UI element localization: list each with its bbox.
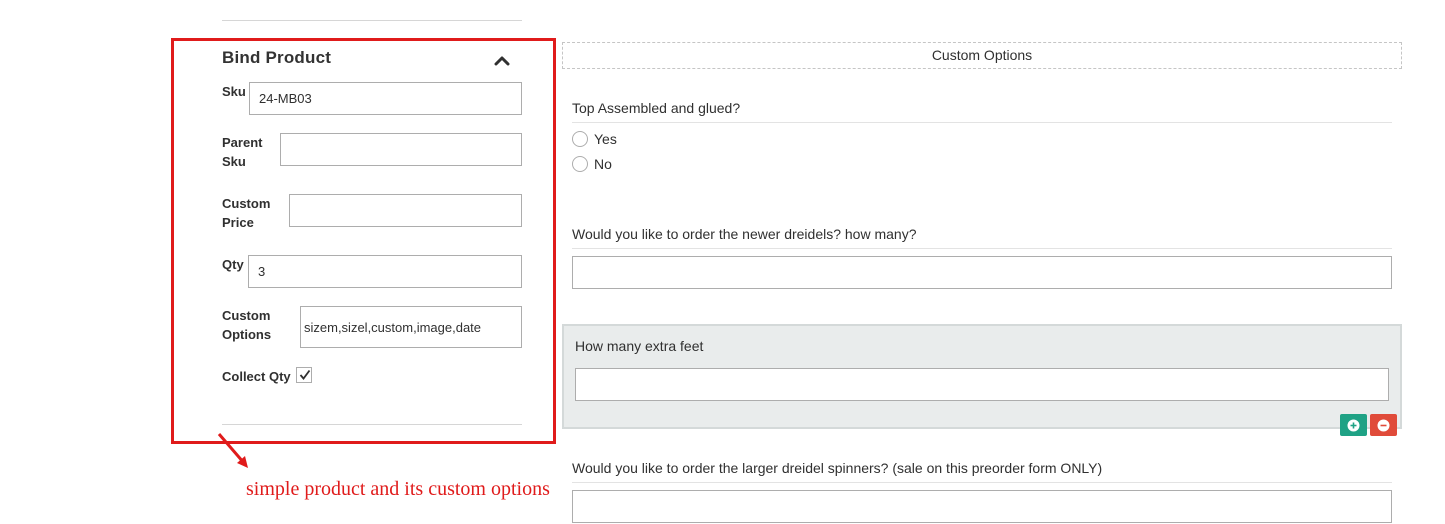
arrow-icon bbox=[217, 433, 248, 468]
radio-no-label: No bbox=[594, 156, 612, 172]
custom-options-input[interactable] bbox=[300, 306, 522, 348]
sku-label: Sku bbox=[222, 84, 246, 99]
custom-price-label: Custom Price bbox=[222, 194, 270, 232]
qty-input[interactable] bbox=[248, 255, 522, 288]
question-divider bbox=[572, 482, 1392, 483]
parent-sku-label-line2: Sku bbox=[222, 154, 246, 169]
radio-yes[interactable] bbox=[572, 131, 588, 147]
custom-options-label: Custom Options bbox=[222, 306, 271, 344]
newer-dreidels-input[interactable] bbox=[572, 256, 1392, 289]
minus-circle-icon bbox=[1377, 419, 1390, 432]
remove-option-button[interactable] bbox=[1370, 414, 1397, 436]
radio-no[interactable] bbox=[572, 156, 588, 172]
radio-yes-label: Yes bbox=[594, 131, 617, 147]
question-divider bbox=[572, 248, 1392, 249]
larger-spinners-input[interactable] bbox=[572, 490, 1392, 523]
annotation-text: simple product and its custom options bbox=[246, 478, 550, 500]
parent-sku-label: Parent Sku bbox=[222, 133, 262, 171]
question-divider bbox=[572, 122, 1392, 123]
extra-feet-input[interactable] bbox=[575, 368, 1389, 401]
bind-product-title: Bind Product bbox=[222, 48, 332, 67]
custom-options-label-line2: Options bbox=[222, 327, 272, 342]
qty-label: Qty bbox=[222, 257, 244, 272]
question-extra-feet: How many extra feet bbox=[575, 338, 704, 354]
collect-qty-label: Collect Qty bbox=[222, 369, 291, 384]
chevron-up-icon[interactable] bbox=[492, 52, 512, 68]
question-top-assembled: Top Assembled and glued? bbox=[572, 100, 741, 116]
custom-price-label-line1: Custom bbox=[222, 196, 271, 211]
question-larger-spinners: Would you like to order the larger dreid… bbox=[572, 460, 1103, 476]
custom-options-header: Custom Options bbox=[562, 42, 1402, 69]
checkmark-icon bbox=[299, 369, 311, 380]
sku-input[interactable] bbox=[249, 82, 522, 115]
custom-price-label-line2: Price bbox=[222, 215, 254, 230]
top-divider bbox=[222, 20, 522, 21]
collect-qty-checkbox[interactable] bbox=[296, 367, 312, 383]
question-newer-dreidels: Would you like to order the newer dreide… bbox=[572, 226, 917, 242]
bottom-divider bbox=[222, 424, 522, 425]
add-option-button[interactable] bbox=[1340, 414, 1367, 436]
plus-circle-icon bbox=[1347, 419, 1360, 432]
parent-sku-label-line1: Parent bbox=[222, 135, 263, 150]
custom-price-input[interactable] bbox=[289, 194, 522, 227]
custom-options-label-line1: Custom bbox=[222, 308, 271, 323]
parent-sku-input[interactable] bbox=[280, 133, 522, 166]
